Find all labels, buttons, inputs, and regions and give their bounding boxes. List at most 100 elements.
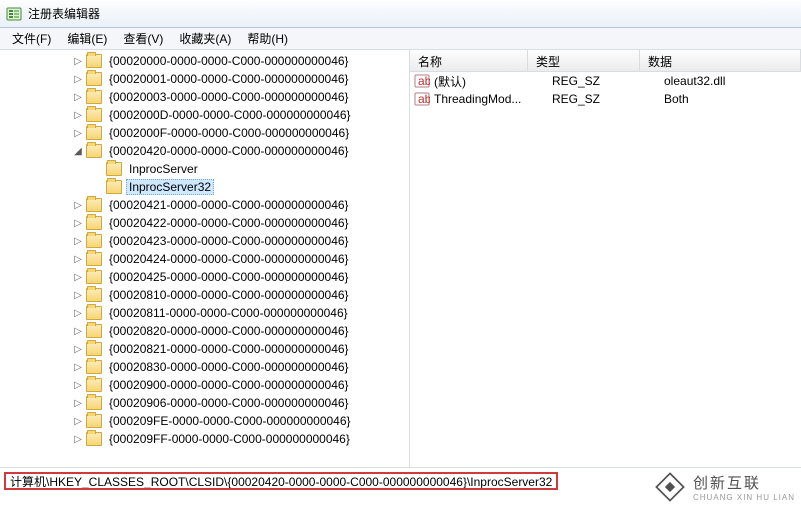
folder-icon [86, 108, 102, 122]
tree-item[interactable]: ▷ {00020830-0000-0000-C000-000000000046} [0, 358, 410, 376]
menu-help[interactable]: 帮助(H) [239, 28, 296, 49]
tree-item[interactable]: ▷ {00020003-0000-0000-C000-000000000046} [0, 88, 410, 106]
tree-item-label[interactable]: InprocServer32 [126, 179, 214, 195]
expand-icon[interactable]: ▷ [72, 253, 84, 265]
folder-icon [86, 288, 102, 302]
tree-item[interactable]: ▷ {00020000-0000-0000-C000-000000000046} [0, 52, 410, 70]
tree-item[interactable]: ▷ {00020811-0000-0000-C000-000000000046} [0, 304, 410, 322]
tree-item[interactable]: ▷ {000209FF-0000-0000-C000-000000000046} [0, 430, 410, 448]
expand-icon[interactable]: ▷ [72, 307, 84, 319]
tree-item[interactable]: ▷ {000209FE-0000-0000-C000-000000000046} [0, 412, 410, 430]
tree-item[interactable]: ▷ {00020810-0000-0000-C000-000000000046} [0, 286, 410, 304]
values-list[interactable]: ab(默认)REG_SZoleaut32.dllabThreadingMod..… [410, 72, 801, 467]
tree-item-label[interactable]: {00020810-0000-0000-C000-000000000046} [106, 287, 352, 303]
tree-item-label[interactable]: {00020425-0000-0000-C000-000000000046} [106, 269, 352, 285]
expand-icon[interactable]: ▷ [72, 127, 84, 139]
value-type: REG_SZ [544, 74, 656, 88]
expand-icon[interactable]: ▷ [72, 289, 84, 301]
tree-item-label[interactable]: {000209FF-0000-0000-C000-000000000046} [106, 431, 353, 447]
tree-item-label[interactable]: {00020422-0000-0000-C000-000000000046} [106, 215, 352, 231]
tree-item-label[interactable]: {00020423-0000-0000-C000-000000000046} [106, 233, 352, 249]
menu-file[interactable]: 文件(F) [4, 28, 59, 49]
folder-icon [86, 378, 102, 392]
tree-item[interactable]: ▷ {00020425-0000-0000-C000-000000000046} [0, 268, 410, 286]
tree-item[interactable]: InprocServer [0, 160, 410, 178]
tree-item[interactable]: ▷ {00020900-0000-0000-C000-000000000046} [0, 376, 410, 394]
tree-item[interactable]: InprocServer32 [0, 178, 410, 196]
col-header-type[interactable]: 类型 [528, 50, 640, 71]
values-panel: 名称 类型 数据 ab(默认)REG_SZoleaut32.dllabThrea… [410, 50, 801, 467]
folder-icon [86, 432, 102, 446]
tree-item[interactable]: ▷ {00020820-0000-0000-C000-000000000046} [0, 322, 410, 340]
tree-item[interactable]: ◢ {00020420-0000-0000-C000-000000000046} [0, 142, 410, 160]
expand-icon[interactable]: ▷ [72, 91, 84, 103]
value-row[interactable]: ab(默认)REG_SZoleaut32.dll [410, 72, 801, 90]
expand-icon[interactable]: ▷ [72, 217, 84, 229]
value-data: oleaut32.dll [656, 74, 801, 88]
tree-item[interactable]: ▷ {00020001-0000-0000-C000-000000000046} [0, 70, 410, 88]
tree-item-label[interactable]: {00020900-0000-0000-C000-000000000046} [106, 377, 352, 393]
value-row[interactable]: abThreadingMod...REG_SZBoth [410, 90, 801, 108]
tree-item[interactable]: ▷ {0002000F-0000-0000-C000-000000000046} [0, 124, 410, 142]
tree-item-label[interactable]: {00020000-0000-0000-C000-000000000046} [106, 53, 352, 69]
tree-item[interactable]: ▷ {00020421-0000-0000-C000-000000000046} [0, 196, 410, 214]
content-area: ▷{00020000-0000-0000-C000-000000000046}▷… [0, 50, 801, 468]
tree-item-label[interactable]: {00020001-0000-0000-C000-000000000046} [106, 71, 352, 87]
expand-icon[interactable]: ▷ [72, 343, 84, 355]
menu-edit[interactable]: 编辑(E) [59, 28, 115, 49]
tree-item[interactable]: ▷ {00020424-0000-0000-C000-000000000046} [0, 250, 410, 268]
tree-item[interactable]: ▷ {00020423-0000-0000-C000-000000000046} [0, 232, 410, 250]
tree-item-label[interactable]: {00020421-0000-0000-C000-000000000046} [106, 197, 352, 213]
expand-icon[interactable]: ▷ [72, 109, 84, 121]
tree-item-label[interactable]: {00020420-0000-0000-C000-000000000046} [106, 143, 352, 159]
expand-icon[interactable]: ▷ [72, 415, 84, 427]
expand-icon[interactable]: ▷ [72, 325, 84, 337]
value-name: (默认) [434, 73, 544, 90]
expand-icon[interactable]: ▷ [72, 73, 84, 85]
col-header-name[interactable]: 名称 [410, 50, 528, 71]
tree-panel[interactable]: ▷{00020000-0000-0000-C000-000000000046}▷… [0, 50, 410, 467]
tree-item-label[interactable]: {00020003-0000-0000-C000-000000000046} [106, 89, 352, 105]
folder-icon [106, 180, 122, 194]
tree-item[interactable]: ▷ {00020821-0000-0000-C000-000000000046} [0, 340, 410, 358]
tree-item-label[interactable]: {00020811-0000-0000-C000-000000000046} [106, 305, 351, 321]
tree-item-label[interactable]: {0002000D-0000-0000-C000-000000000046} [106, 107, 354, 123]
tree-item[interactable]: ▷ {00020906-0000-0000-C000-000000000046} [0, 394, 410, 412]
folder-icon [86, 396, 102, 410]
menu-view[interactable]: 查看(V) [115, 28, 171, 49]
folder-icon [86, 234, 102, 248]
tree-item-label[interactable]: {00020424-0000-0000-C000-000000000046} [106, 251, 352, 267]
tree-item-label[interactable]: {00020830-0000-0000-C000-000000000046} [106, 359, 352, 375]
expand-icon[interactable]: ▷ [72, 199, 84, 211]
expand-icon[interactable]: ▷ [72, 379, 84, 391]
menu-favorites[interactable]: 收藏夹(A) [171, 28, 239, 49]
string-value-icon: ab [414, 91, 430, 107]
col-header-data[interactable]: 数据 [640, 50, 801, 71]
folder-icon [86, 342, 102, 356]
tree-item-label[interactable]: InprocServer [126, 161, 201, 177]
folder-icon [86, 360, 102, 374]
expand-icon[interactable]: ▷ [72, 397, 84, 409]
collapse-icon[interactable]: ◢ [72, 145, 84, 157]
svg-text:ab: ab [418, 92, 430, 106]
expand-icon[interactable]: ▷ [72, 235, 84, 247]
tree-item-label[interactable]: {00020906-0000-0000-C000-000000000046} [106, 395, 352, 411]
tree-item[interactable]: ▷ {0002000D-0000-0000-C000-000000000046} [0, 106, 410, 124]
values-header: 名称 类型 数据 [410, 50, 801, 72]
no-expand-icon [92, 163, 104, 175]
expand-icon[interactable]: ▷ [72, 271, 84, 283]
tree-item-label[interactable]: {000209FE-0000-0000-C000-000000000046} [106, 413, 354, 429]
watermark-pinyin: CHUANG XIN HU LIAN [693, 493, 795, 502]
no-expand-icon [92, 181, 104, 193]
folder-icon [86, 54, 102, 68]
expand-icon[interactable]: ▷ [72, 361, 84, 373]
tree-item-label[interactable]: {00020820-0000-0000-C000-000000000046} [106, 323, 352, 339]
folder-icon [86, 144, 102, 158]
tree-item-label[interactable]: {0002000F-0000-0000-C000-000000000046} [106, 125, 352, 141]
expand-icon[interactable]: ▷ [72, 55, 84, 67]
folder-icon [86, 252, 102, 266]
folder-icon [86, 216, 102, 230]
expand-icon[interactable]: ▷ [72, 433, 84, 445]
tree-item-label[interactable]: {00020821-0000-0000-C000-000000000046} [106, 341, 352, 357]
tree-item[interactable]: ▷ {00020422-0000-0000-C000-000000000046} [0, 214, 410, 232]
